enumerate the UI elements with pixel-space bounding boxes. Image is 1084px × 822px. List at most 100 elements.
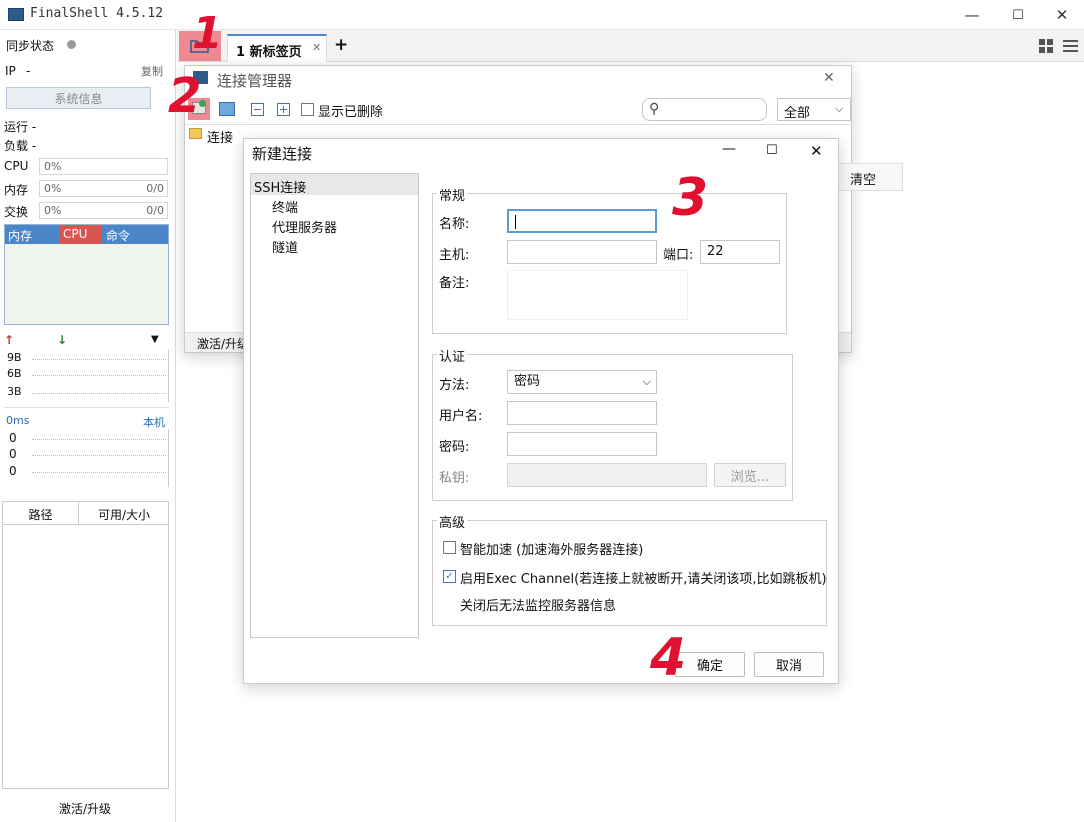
new-folder-icon[interactable] [219, 102, 235, 116]
password-label: 密码: [439, 440, 470, 455]
browse-button: 浏览... [714, 463, 786, 487]
maximize-button[interactable]: ☐ [996, 0, 1040, 30]
swap-usage-value: 0% [44, 204, 62, 217]
mem-usage-value: 0% [44, 182, 62, 195]
add-tab-button[interactable]: + [334, 35, 348, 55]
minimize-button[interactable]: — [950, 0, 994, 30]
password-input[interactable] [507, 432, 657, 456]
port-input[interactable]: 22 [700, 240, 780, 264]
disk-header-path[interactable]: 路径 [3, 506, 78, 523]
host-input[interactable] [507, 240, 657, 264]
annotation-step-3: 3 [672, 168, 709, 228]
close-button[interactable]: ✕ [1040, 0, 1084, 30]
download-arrow-icon: ↓ [57, 333, 68, 347]
tree-item-terminal[interactable]: 终端 [272, 197, 298, 216]
system-info-button[interactable]: 系统信息 [6, 87, 151, 109]
collapse-all-icon[interactable] [251, 103, 264, 116]
tree-item-proxy[interactable]: 代理服务器 [272, 217, 337, 236]
annotation-step-1: 1 [192, 8, 223, 59]
username-input[interactable] [507, 401, 657, 425]
tree-item-ssh[interactable]: SSH连接 [251, 174, 418, 196]
ip-label: IP [5, 64, 16, 78]
name-label: 名称: [439, 217, 470, 232]
load-label: 负载 - [4, 139, 37, 153]
ping-tick: 0 [9, 431, 17, 445]
show-deleted-checkbox[interactable] [301, 103, 314, 116]
exec-channel-checkbox[interactable]: ✓ [443, 570, 456, 583]
auth-method-select[interactable]: 密码 ⌵ [507, 370, 657, 394]
exec-channel-label: 启用Exec Channel(若连接上就被断开,请关闭该项,比如跳板机) [460, 572, 827, 587]
filter-select[interactable]: 全部 ⌵ [777, 98, 851, 121]
activate-upgrade-link[interactable]: 激活/升级 [0, 800, 170, 817]
connection-type-tree[interactable]: SSH连接 终端 代理服务器 隧道 [250, 173, 419, 638]
clear-label: 清空 [850, 173, 877, 188]
general-legend: 常规 [437, 185, 468, 204]
host-label: 主机: [439, 248, 470, 263]
copy-ip-link[interactable]: 复制 [141, 63, 163, 79]
ping-tick: 0 [9, 464, 17, 478]
ip-value: - [26, 64, 31, 78]
search-icon: ⚲ [649, 101, 660, 117]
mem-label: 内存 [4, 183, 29, 197]
smart-accel-checkbox[interactable] [443, 541, 456, 554]
dialog-close-icon[interactable]: ✕ [810, 142, 823, 160]
tree-item-tunnel[interactable]: 隧道 [272, 237, 298, 256]
sync-status-dot [67, 40, 76, 49]
proc-header-cpu[interactable]: CPU [60, 225, 102, 244]
smart-accel-label: 智能加速 (加速海外服务器连接) [460, 543, 644, 558]
ping-graph: 0 0 0 [4, 429, 169, 487]
sync-status-label: 同步状态 [6, 39, 55, 53]
net-tick: 9B [7, 351, 22, 364]
disk-table[interactable]: 路径 可用/大小 [2, 501, 169, 789]
upload-arrow-icon: ↑ [4, 333, 15, 347]
ping-latency: 0ms [6, 414, 30, 427]
filter-select-value: 全部 [784, 106, 811, 121]
tab-new-label: 1 新标签页 [236, 45, 302, 60]
app-icon [8, 8, 24, 21]
search-input[interactable]: ⚲ [642, 98, 767, 121]
conn-manager-close-icon[interactable]: ✕ [823, 70, 835, 86]
method-label: 方法: [439, 378, 470, 393]
annotation-step-2: 2 [168, 68, 202, 124]
tab-new[interactable]: 1 新标签页 ✕ [227, 34, 327, 62]
remark-textarea[interactable] [507, 270, 688, 320]
expand-all-icon[interactable] [277, 103, 290, 116]
proc-header-cmd[interactable]: 命令 [103, 225, 163, 244]
folder-icon [189, 128, 202, 139]
grid-layout-icon[interactable] [1039, 39, 1054, 53]
proc-header-mem[interactable]: 内存 [5, 225, 60, 244]
title-bar: FinalShell 4.5.12 — ☐ ✕ [0, 0, 1084, 30]
process-table[interactable]: 内存 CPU 命令 [4, 224, 169, 325]
mem-usage-ratio: 0/0 [146, 182, 164, 195]
port-label: 端口: [663, 248, 694, 263]
swap-label: 交换 [4, 205, 29, 219]
mem-usage-bar: 0% 0/0 [39, 180, 168, 197]
network-graph: 9B 6B 3B [4, 350, 169, 402]
tree-item-ssh-label: SSH连接 [254, 181, 307, 196]
activate-label-partial[interactable]: 激活/升级 [197, 337, 249, 351]
name-input[interactable] [507, 209, 657, 233]
cpu-usage-value: 0% [44, 160, 62, 173]
username-label: 用户名: [439, 409, 483, 424]
uptime-label: 运行 - [4, 120, 37, 134]
cancel-button[interactable]: 取消 [754, 652, 824, 677]
dialog-minimize-icon[interactable]: — [722, 141, 736, 157]
show-deleted-label: 显示已删除 [318, 105, 384, 120]
swap-usage-ratio: 0/0 [146, 204, 164, 217]
tree-root-connections[interactable]: 连接 [207, 127, 233, 146]
exec-channel-note: 关闭后无法监控服务器信息 [460, 599, 617, 614]
net-interface-dropdown-icon[interactable]: ▼ [151, 334, 159, 345]
advanced-legend: 高级 [437, 512, 468, 531]
dialog-maximize-icon[interactable]: ☐ [766, 143, 778, 158]
disk-header-size[interactable]: 可用/大小 [79, 506, 169, 523]
tab-close-icon[interactable]: ✕ [312, 41, 321, 54]
menu-icon[interactable] [1063, 39, 1078, 53]
private-key-label: 私钥: [439, 471, 470, 486]
new-connection-title: 新建连接 [252, 145, 313, 163]
clear-button-partial[interactable]: 清空 [829, 163, 903, 191]
ping-tick: 0 [9, 447, 17, 461]
port-input-value: 22 [707, 244, 724, 259]
auth-legend: 认证 [437, 346, 468, 365]
app-title: FinalShell 4.5.12 [30, 6, 164, 21]
ping-target[interactable]: 本机 [143, 414, 165, 430]
